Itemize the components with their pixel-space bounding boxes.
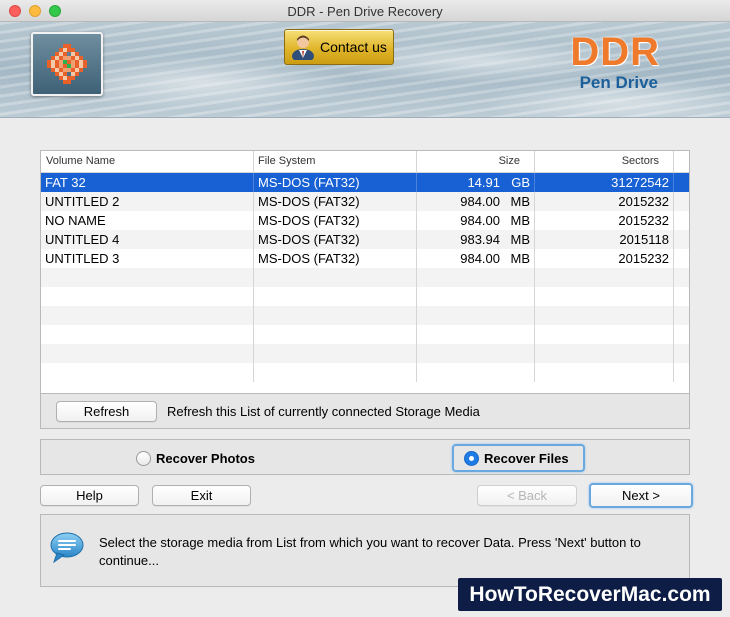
- sectors-cell: 2015232: [535, 192, 674, 211]
- file-system-cell: MS-DOS (FAT32): [254, 192, 417, 211]
- speech-bubble-icon: [50, 532, 84, 563]
- empty-row: [41, 325, 689, 344]
- volume-name-cell: NO NAME: [41, 211, 254, 230]
- size-value: 984.00: [460, 194, 500, 209]
- instruction-text: Select the storage media from List from …: [99, 535, 641, 568]
- recover-photos-option[interactable]: Recover Photos: [136, 444, 255, 472]
- recover-files-label: Recover Files: [484, 450, 569, 466]
- table-header: Volume Name File System Size Sectors: [41, 151, 689, 173]
- storage-media-table[interactable]: Volume Name File System Size Sectors FAT…: [40, 150, 690, 394]
- size-cell: 983.94 MB: [417, 230, 535, 249]
- title-bar: DDR - Pen Drive Recovery: [0, 0, 730, 22]
- header-banner: Contact us DDR Pen Drive: [0, 22, 730, 118]
- size-unit: MB: [510, 251, 531, 266]
- empty-row: [41, 287, 689, 306]
- recover-files-option[interactable]: Recover Files: [452, 444, 585, 472]
- sectors-cell: 2015232: [535, 211, 674, 230]
- size-unit: MB: [510, 213, 531, 228]
- app-logo: [31, 32, 103, 96]
- size-value: 983.94: [460, 232, 500, 247]
- recover-files-radio[interactable]: [464, 450, 479, 466]
- size-cell: 984.00 MB: [417, 192, 535, 211]
- support-person-icon: [292, 35, 314, 60]
- empty-row: [41, 363, 689, 382]
- col-spacer: [674, 151, 689, 172]
- refresh-panel: Refresh Refresh this List of currently c…: [40, 393, 690, 429]
- refresh-description: Refresh this List of currently connected…: [167, 404, 480, 419]
- pixel-logo-icon: [47, 44, 87, 84]
- size-unit: MB: [510, 194, 531, 209]
- col-file-system[interactable]: File System: [254, 151, 417, 172]
- size-unit: MB: [510, 232, 531, 247]
- col-sectors[interactable]: Sectors: [535, 151, 674, 172]
- refresh-button[interactable]: Refresh: [56, 401, 157, 422]
- table-row[interactable]: UNTITLED 4 MS-DOS (FAT32) 983.94 MB 20151…: [41, 230, 689, 249]
- next-button[interactable]: Next >: [589, 483, 693, 508]
- table-row[interactable]: NO NAME MS-DOS (FAT32) 984.00 MB 2015232: [41, 211, 689, 230]
- volume-name-cell: FAT 32: [41, 173, 254, 192]
- spacer-cell: [674, 173, 689, 192]
- recover-photos-radio[interactable]: [136, 450, 151, 466]
- empty-row: [41, 306, 689, 325]
- volume-name-cell: UNTITLED 3: [41, 249, 254, 268]
- watermark-banner: HowToRecoverMac.com: [458, 578, 722, 611]
- col-volume-name[interactable]: Volume Name: [41, 151, 254, 172]
- spacer-cell: [674, 249, 689, 268]
- brand-name: DDR: [570, 30, 660, 74]
- size-value: 14.91: [467, 175, 500, 190]
- sectors-cell: 31272542: [535, 173, 674, 192]
- exit-button[interactable]: Exit: [152, 485, 251, 506]
- spacer-cell: [674, 211, 689, 230]
- contact-us-label: Contact us: [320, 39, 387, 55]
- table-row[interactable]: FAT 32 MS-DOS (FAT32) 14.91 GB 31272542: [41, 173, 689, 192]
- table-row[interactable]: UNTITLED 3 MS-DOS (FAT32) 984.00 MB 20152…: [41, 249, 689, 268]
- recover-mode-panel: Recover Photos Recover Files: [40, 439, 690, 475]
- size-cell: 984.00 MB: [417, 211, 535, 230]
- window-title: DDR - Pen Drive Recovery: [287, 4, 443, 19]
- size-cell: 14.91 GB: [417, 173, 535, 192]
- brand-product: Pen Drive: [579, 73, 658, 92]
- file-system-cell: MS-DOS (FAT32): [254, 173, 417, 192]
- sectors-cell: 2015118: [535, 230, 674, 249]
- file-system-cell: MS-DOS (FAT32): [254, 211, 417, 230]
- sectors-cell: 2015232: [535, 249, 674, 268]
- table-body: FAT 32 MS-DOS (FAT32) 14.91 GB 31272542 U…: [41, 173, 689, 382]
- contact-us-button[interactable]: Contact us: [284, 29, 394, 65]
- size-value: 984.00: [460, 213, 500, 228]
- col-size[interactable]: Size: [417, 151, 535, 172]
- brand-block: DDR Pen Drive: [540, 32, 660, 93]
- instruction-panel: Select the storage media from List from …: [40, 514, 690, 587]
- file-system-cell: MS-DOS (FAT32): [254, 230, 417, 249]
- volume-name-cell: UNTITLED 2: [41, 192, 254, 211]
- spacer-cell: [674, 192, 689, 211]
- back-button[interactable]: < Back: [477, 485, 577, 506]
- empty-row: [41, 344, 689, 363]
- size-unit: GB: [511, 175, 530, 190]
- size-value: 984.00: [460, 251, 500, 266]
- main-content: Volume Name File System Size Sectors FAT…: [0, 119, 730, 617]
- file-system-cell: MS-DOS (FAT32): [254, 249, 417, 268]
- empty-row: [41, 268, 689, 287]
- help-button[interactable]: Help: [40, 485, 139, 506]
- volume-name-cell: UNTITLED 4: [41, 230, 254, 249]
- table-row[interactable]: UNTITLED 2 MS-DOS (FAT32) 984.00 MB 20152…: [41, 192, 689, 211]
- spacer-cell: [674, 230, 689, 249]
- size-cell: 984.00 MB: [417, 249, 535, 268]
- recover-photos-label: Recover Photos: [156, 450, 255, 466]
